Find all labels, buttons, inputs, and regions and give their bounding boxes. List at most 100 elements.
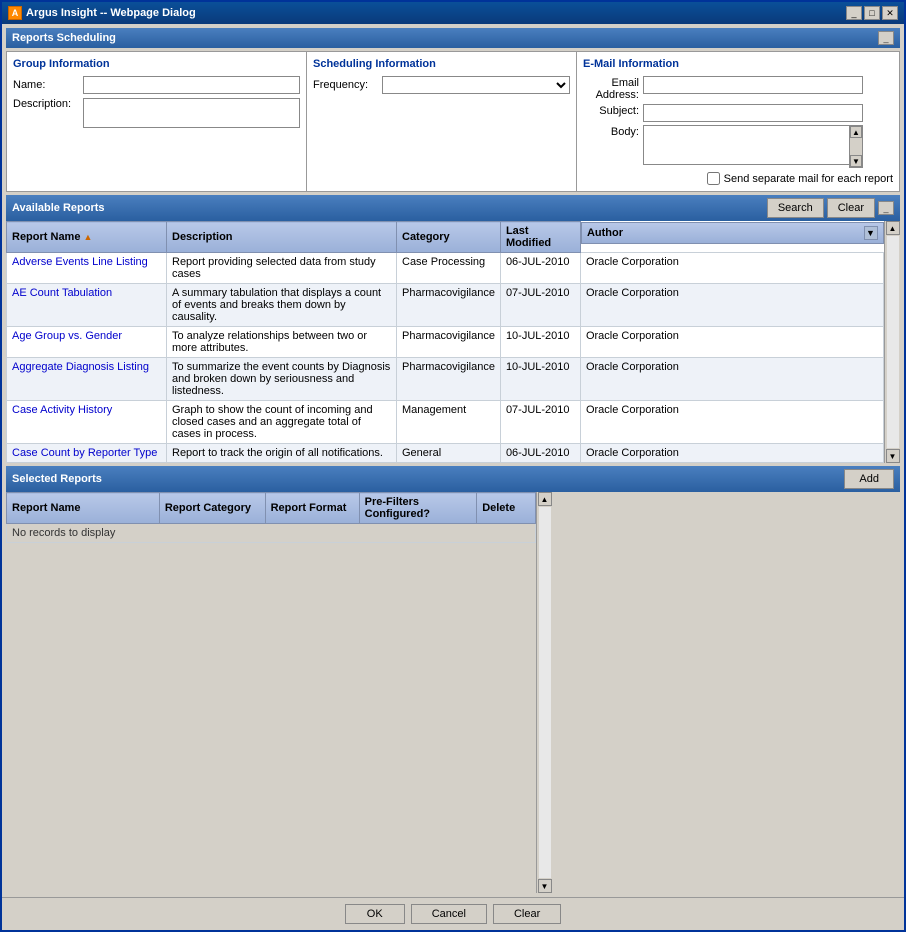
report-author: Oracle Corporation: [580, 327, 883, 358]
report-name-link[interactable]: Case Activity History: [12, 404, 112, 416]
email-address-input[interactable]: [643, 76, 863, 94]
search-button[interactable]: Search: [767, 198, 824, 218]
report-desc: Graph to show the count of incoming and …: [167, 401, 397, 444]
report-author: Oracle Corporation: [580, 253, 883, 284]
desc-input[interactable]: [83, 98, 300, 128]
report-category: General: [397, 444, 501, 463]
clear-button[interactable]: Clear: [827, 198, 875, 218]
body-input[interactable]: [643, 125, 863, 165]
report-desc: To analyze relationships between two or …: [167, 327, 397, 358]
report-author: Oracle Corporation: [580, 358, 883, 401]
selected-reports-table: Report Name Report Category Report Forma…: [6, 492, 536, 543]
available-reports-header: Available Reports Search Clear _: [6, 195, 900, 221]
table-row: Aggregate Diagnosis Listing To summarize…: [7, 358, 884, 401]
main-window: A Argus Insight -- Webpage Dialog _ □ ✕ …: [0, 0, 906, 932]
col-last-modified-label: Last Modified: [506, 225, 551, 249]
selected-reports-label: Selected Reports: [12, 473, 102, 485]
report-desc: Report to track the origin of all notifi…: [167, 444, 397, 463]
available-reports-table-area: Report Name ▲ Description Category: [6, 221, 884, 463]
cancel-button[interactable]: Cancel: [411, 904, 487, 924]
separate-mail-checkbox[interactable]: [707, 172, 720, 185]
report-last-modified: 10-JUL-2010: [500, 327, 580, 358]
avail-scroll-track: [887, 236, 899, 448]
report-name-link[interactable]: Age Group vs. Gender: [12, 330, 122, 342]
scheduling-panel: Scheduling Information Frequency: Daily …: [307, 52, 577, 191]
sel-scroll-down[interactable]: ▼: [538, 879, 552, 893]
col-description-label: Description: [172, 231, 233, 243]
body-scroll-down[interactable]: ▼: [850, 155, 862, 167]
subject-input[interactable]: [643, 104, 863, 122]
avail-scroll-down[interactable]: ▼: [886, 449, 900, 463]
reports-scheduling-label: Reports Scheduling: [12, 32, 116, 44]
report-author: Oracle Corporation: [580, 444, 883, 463]
separate-mail-label: Send separate mail for each report: [724, 173, 893, 185]
selected-reports-scroll: Report Name Report Category Report Forma…: [6, 492, 536, 893]
add-button[interactable]: Add: [844, 469, 894, 489]
available-reports-scrollbar: ▲ ▼: [884, 221, 900, 463]
footer-clear-button[interactable]: Clear: [493, 904, 561, 924]
name-input[interactable]: [83, 76, 300, 94]
top-panels: Group Information Name: Description: Sch…: [6, 51, 900, 192]
report-name-link[interactable]: AE Count Tabulation: [12, 287, 112, 299]
maximize-button[interactable]: □: [864, 6, 880, 20]
table-row: Case Count by Reporter Type Report to tr…: [7, 444, 884, 463]
report-name-link[interactable]: Aggregate Diagnosis Listing: [12, 361, 149, 373]
title-bar: A Argus Insight -- Webpage Dialog _ □ ✕: [2, 2, 904, 24]
report-category: Pharmacovigilance: [397, 327, 501, 358]
available-reports-table: Report Name ▲ Description Category: [6, 221, 884, 463]
selected-reports-inner: Report Name Report Category Report Forma…: [6, 492, 900, 893]
report-category: Pharmacovigilance: [397, 284, 501, 327]
avail-scroll-up[interactable]: ▲: [886, 221, 900, 235]
filter-icon[interactable]: ▼: [864, 226, 878, 240]
col-header-author: Author ▼: [581, 222, 884, 244]
col-report-name-label: Report Name: [12, 231, 84, 243]
sort-icon: ▲: [84, 232, 93, 242]
report-last-modified: 06-JUL-2010: [500, 444, 580, 463]
report-desc: Report providing selected data from stud…: [167, 253, 397, 284]
close-button[interactable]: ✕: [882, 6, 898, 20]
title-bar-controls: _ □ ✕: [846, 6, 898, 20]
sel-scroll-track: [539, 507, 551, 878]
no-records-cell: No records to display: [7, 524, 536, 543]
report-desc: To summarize the event counts by Diagnos…: [167, 358, 397, 401]
sel-col-report-name: Report Name: [7, 493, 160, 524]
freq-select[interactable]: Daily Weekly Monthly: [382, 76, 570, 94]
name-label: Name:: [13, 79, 83, 91]
bottom-bar: OK Cancel Clear: [2, 897, 904, 930]
col-header-category: Category: [397, 222, 501, 253]
address-label: EmailAddress:: [583, 76, 643, 101]
report-name-link[interactable]: Case Count by Reporter Type: [12, 447, 157, 459]
subject-label: Subject:: [583, 104, 643, 117]
report-author: Oracle Corporation: [580, 401, 883, 444]
report-name-link[interactable]: Adverse Events Line Listing: [12, 256, 148, 268]
table-row: Case Activity History Graph to show the …: [7, 401, 884, 444]
col-header-description: Description: [167, 222, 397, 253]
selected-reports-header: Selected Reports Add: [6, 466, 900, 492]
selected-reports-scrollbar: ▲ ▼: [536, 492, 552, 893]
address-row: EmailAddress:: [583, 76, 893, 101]
report-last-modified: 07-JUL-2010: [500, 401, 580, 444]
separate-mail-row: Send separate mail for each report: [583, 172, 893, 185]
report-category: Management: [397, 401, 501, 444]
available-reports-toolbar: Search Clear _: [767, 198, 894, 218]
reports-scheduling-header: Reports Scheduling _: [6, 28, 900, 48]
desc-label: Description:: [13, 98, 83, 110]
table-row: AE Count Tabulation A summary tabulation…: [7, 284, 884, 327]
window-title: Argus Insight -- Webpage Dialog: [26, 7, 196, 19]
window-content: Reports Scheduling _ Group Information N…: [2, 24, 904, 897]
sel-col-report-format: Report Format: [265, 493, 359, 524]
body-scroll-up[interactable]: ▲: [850, 126, 862, 138]
subject-row: Subject:: [583, 104, 893, 122]
group-info-label: Group Information: [13, 58, 300, 70]
freq-row: Frequency: Daily Weekly Monthly: [313, 76, 570, 94]
available-reports-section: Available Reports Search Clear _ Report …: [6, 195, 900, 463]
sel-col-delete: Delete: [477, 493, 536, 524]
minimize-button[interactable]: _: [846, 6, 862, 20]
sel-scroll-up[interactable]: ▲: [538, 492, 552, 506]
report-last-modified: 06-JUL-2010: [500, 253, 580, 284]
available-reports-collapse-button[interactable]: _: [878, 201, 894, 215]
ok-button[interactable]: OK: [345, 904, 405, 924]
reports-scheduling-collapse-button[interactable]: _: [878, 31, 894, 45]
col-header-last-modified: Last Modified: [500, 222, 580, 253]
group-info-panel: Group Information Name: Description:: [7, 52, 307, 191]
